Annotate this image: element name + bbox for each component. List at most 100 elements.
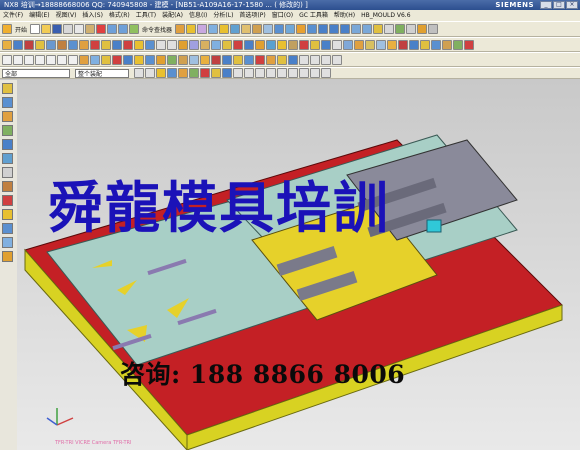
replace-face-icon[interactable] — [134, 39, 144, 50]
open-file-icon[interactable] — [41, 24, 52, 34]
menu-format[interactable]: 格式(R) — [106, 10, 133, 21]
ejector-pin-icon[interactable] — [255, 39, 265, 50]
edit-object-icon[interactable] — [79, 39, 89, 50]
measure-distance-icon[interactable] — [156, 39, 166, 50]
start-icon[interactable] — [2, 24, 12, 34]
menu-info[interactable]: 信息(I) — [186, 10, 210, 21]
datum-axis-icon[interactable] — [13, 39, 23, 50]
drawing-icon[interactable] — [343, 39, 353, 50]
revolve-icon[interactable] — [197, 24, 208, 34]
snap-midpoint-icon[interactable] — [321, 54, 331, 65]
enlarge-icon[interactable] — [244, 54, 254, 65]
transform-icon[interactable] — [90, 39, 100, 50]
slider-icon[interactable] — [277, 39, 287, 50]
command-finder-icon[interactable] — [129, 24, 140, 34]
menu-window[interactable]: 窗口(O) — [269, 10, 296, 21]
snap-quadrant-icon[interactable] — [277, 68, 287, 78]
wireframe-icon[interactable] — [428, 24, 439, 34]
menu-hb-mould[interactable]: HB_MOULD V6.6 — [358, 10, 413, 21]
zoom-icon[interactable] — [384, 24, 395, 34]
boss-icon[interactable] — [219, 24, 230, 34]
graphics-window[interactable] — [17, 80, 580, 450]
unite-icon[interactable] — [318, 24, 329, 34]
assembly-navigator-icon[interactable] — [200, 39, 210, 50]
mould-base-icon[interactable] — [464, 39, 474, 50]
hd3d-tools-tab-icon[interactable] — [2, 139, 13, 150]
move-layer-icon[interactable] — [57, 39, 67, 50]
polygon-icon[interactable] — [57, 54, 67, 65]
offset-face-icon[interactable] — [123, 39, 133, 50]
history-tab-icon[interactable] — [2, 167, 13, 178]
intersect-icon[interactable] — [340, 24, 351, 34]
box-icon[interactable] — [274, 24, 285, 34]
snap-grid-icon[interactable] — [244, 68, 254, 78]
reuse-library-tab-icon[interactable] — [2, 125, 13, 136]
delete-face-icon[interactable] — [255, 54, 265, 65]
arc-icon[interactable] — [13, 54, 23, 65]
wave-linker-icon[interactable] — [189, 39, 199, 50]
part-navigator-tab-icon[interactable] — [2, 111, 13, 122]
snap-onface-icon[interactable] — [310, 68, 320, 78]
mould-wizard-icon[interactable] — [244, 39, 254, 50]
hole-icon[interactable] — [208, 24, 219, 34]
minimize-button[interactable]: _ — [540, 1, 552, 9]
menu-analysis[interactable]: 分析(L) — [210, 10, 236, 21]
extract-curve-icon[interactable] — [145, 54, 155, 65]
selection-filter-dropdown[interactable]: 全部 — [2, 68, 70, 78]
copy-icon[interactable] — [74, 24, 85, 34]
snap-tangent-icon[interactable] — [255, 68, 265, 78]
extrude-icon[interactable] — [186, 24, 197, 34]
menu-assembly[interactable]: 装配(A) — [159, 10, 186, 21]
runner-icon[interactable] — [310, 39, 320, 50]
datum-plane-icon[interactable] — [2, 39, 12, 50]
menu-help[interactable]: 帮助(H) — [331, 10, 358, 21]
constraint-icon[interactable] — [233, 39, 243, 50]
pan-icon[interactable] — [406, 24, 417, 34]
blend-icon[interactable] — [241, 24, 252, 34]
standard-parts-icon[interactable] — [365, 39, 375, 50]
menu-insert[interactable]: 插入(S) — [79, 10, 106, 21]
synchronous-icon[interactable] — [288, 54, 298, 65]
wcs-icon[interactable] — [299, 54, 309, 65]
new-file-icon[interactable] — [30, 24, 41, 34]
project-curve-icon[interactable] — [90, 54, 100, 65]
save-icon[interactable] — [52, 24, 63, 34]
move-component-icon[interactable] — [222, 39, 232, 50]
web-browser-tab-icon[interactable] — [2, 153, 13, 164]
extend-sheet-icon[interactable] — [233, 54, 243, 65]
insert-pocket-icon[interactable] — [376, 39, 386, 50]
system-scene-tab-icon[interactable] — [2, 223, 13, 234]
bom-icon[interactable] — [332, 39, 342, 50]
cone-icon[interactable] — [296, 24, 307, 34]
constraint-navigator-tab-icon[interactable] — [2, 97, 13, 108]
thicken-icon[interactable] — [222, 54, 232, 65]
through-curves-icon[interactable] — [156, 54, 166, 65]
quick-pick-icon[interactable] — [233, 68, 243, 78]
feature-select-icon[interactable] — [156, 68, 166, 78]
snap-intersect-icon[interactable] — [288, 68, 298, 78]
curve-select-icon[interactable] — [200, 68, 210, 78]
section-curve-icon[interactable] — [134, 54, 144, 65]
manufacturing-wizard-tab-icon[interactable] — [2, 237, 13, 248]
snap-endpoint-icon[interactable] — [310, 54, 320, 65]
rectangle-icon[interactable] — [35, 54, 45, 65]
maximize-button[interactable]: □ — [553, 1, 565, 9]
add-component-icon[interactable] — [211, 39, 221, 50]
text-icon[interactable] — [68, 54, 78, 65]
paste-icon[interactable] — [85, 24, 96, 34]
move-face-icon[interactable] — [266, 54, 276, 65]
pocket-icon[interactable] — [230, 24, 241, 34]
menu-view[interactable]: 视图(V) — [53, 10, 80, 21]
start-button[interactable]: 开始 — [15, 25, 27, 34]
section-view-icon[interactable] — [178, 39, 188, 50]
bridge-curve-icon[interactable] — [112, 54, 122, 65]
palette-tab-icon[interactable] — [2, 251, 13, 262]
close-button[interactable]: × — [566, 1, 578, 9]
snap-existing-icon[interactable] — [299, 68, 309, 78]
process-studio-tab-icon[interactable] — [2, 195, 13, 206]
sphere-icon[interactable] — [307, 24, 318, 34]
cut-icon[interactable] — [63, 24, 74, 34]
layout-icon[interactable] — [431, 39, 441, 50]
chamfer-icon[interactable] — [252, 24, 263, 34]
deselect-icon[interactable] — [145, 68, 155, 78]
